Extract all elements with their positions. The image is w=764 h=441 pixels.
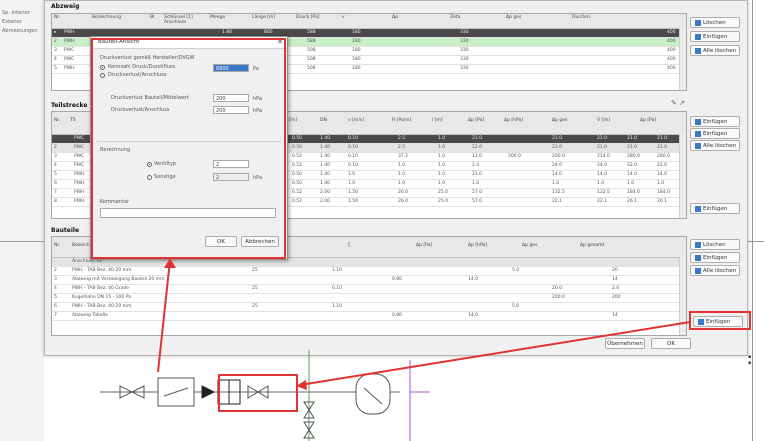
arrow-head — [164, 258, 176, 268]
annotation-arrows — [157, 258, 691, 390]
annotation-arrow — [157, 259, 171, 373]
arrow-head — [296, 380, 307, 390]
annotation-arrow — [299, 321, 691, 386]
